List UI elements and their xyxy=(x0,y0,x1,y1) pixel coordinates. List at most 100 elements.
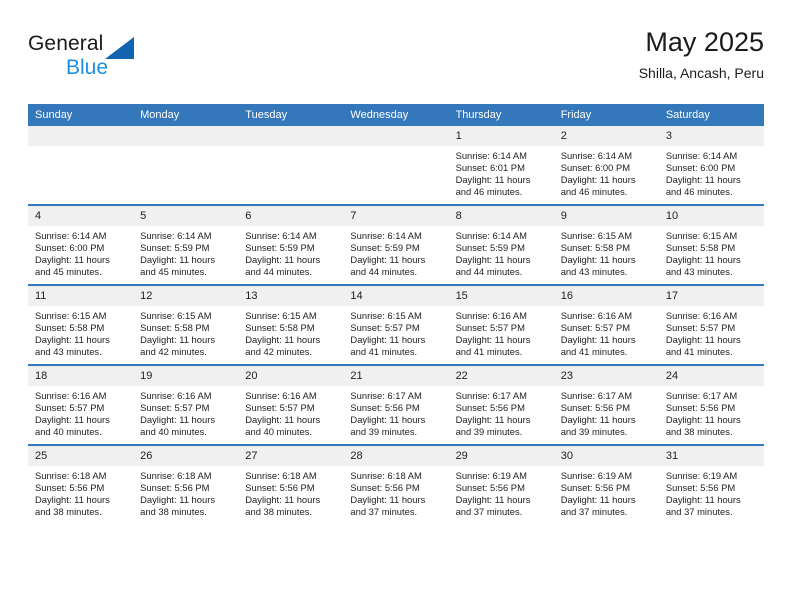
day-number: 31 xyxy=(658,446,764,466)
general-blue-logo[interactable]: General Blue xyxy=(28,32,158,88)
calendar-day-cell[interactable]: 14 Sunrise: 6:15 AM Sunset: 5:57 PM Dayligh… xyxy=(343,284,449,365)
calendar-day-cell[interactable]: 28 Sunrise: 6:18 AM Sunset: 5:56 PM Dayligh… xyxy=(343,444,449,524)
calendar-day-cell[interactable]: 3 Sunrise: 6:14 AM Sunset: 6:00 PM Daylight… xyxy=(658,126,764,205)
daylight-text-line2: and 39 minutes. xyxy=(455,426,523,438)
weekday-header-wednesday: Wednesday xyxy=(343,104,449,126)
calendar-day-cell[interactable]: 4 Sunrise: 6:14 AM Sunset: 6:00 PM Daylight… xyxy=(28,204,134,285)
sunrise-text: Sunrise: 6:15 AM xyxy=(665,230,738,241)
calendar-day-cell[interactable]: 9 Sunrise: 6:15 AM Sunset: 5:58 PM Daylight… xyxy=(553,204,659,285)
calendar-day-cell[interactable]: 8 Sunrise: 6:14 AM Sunset: 5:59 PM Daylight… xyxy=(448,204,554,285)
daylight-text-line1: Daylight: 11 hours xyxy=(560,174,636,186)
sunrise-text: Sunrise: 6:14 AM xyxy=(455,150,527,161)
calendar-day-cell-empty xyxy=(28,126,134,205)
sunset-text: Sunset: 5:56 PM xyxy=(455,402,525,414)
daylight-text-line1: Daylight: 11 hours xyxy=(455,414,531,426)
sunset-text: Sunset: 5:58 PM xyxy=(560,242,631,254)
day-details: Sunrise: 6:14 AM Sunset: 5:59 PM Daylight:… xyxy=(343,226,448,278)
calendar-week-row: 1 Sunrise: 6:14 AM Sunset: 6:01 PM Daylight… xyxy=(28,126,764,205)
calendar-day-cell[interactable]: 26 Sunrise: 6:18 AM Sunset: 5:56 PM Dayligh… xyxy=(133,444,239,524)
page-header: General Blue May 2025 Shilla, Ancash, Pe… xyxy=(28,26,764,92)
daylight-text-line1: Daylight: 11 hours xyxy=(665,254,741,266)
calendar-day-cell[interactable]: 27 Sunrise: 6:18 AM Sunset: 5:56 PM Dayligh… xyxy=(238,444,344,524)
day-number: 21 xyxy=(343,366,449,386)
sunset-text: Sunset: 5:58 PM xyxy=(665,242,736,254)
daylight-text-line1: Daylight: 11 hours xyxy=(455,494,531,506)
daylight-text-line1: Daylight: 11 hours xyxy=(350,414,426,426)
calendar-day-cell[interactable]: 23 Sunrise: 6:17 AM Sunset: 5:56 PM Dayligh… xyxy=(553,364,659,445)
day-details: Sunrise: 6:19 AM Sunset: 5:56 PM Daylight:… xyxy=(659,466,764,518)
day-number: 2 xyxy=(553,126,659,146)
sunrise-text: Sunrise: 6:14 AM xyxy=(245,230,317,241)
day-number: 30 xyxy=(553,446,659,466)
sunset-text: Sunset: 5:56 PM xyxy=(665,402,736,414)
daylight-text-line2: and 38 minutes. xyxy=(665,426,733,438)
sunrise-text: Sunrise: 6:17 AM xyxy=(455,390,527,401)
calendar-day-cell[interactable]: 7 Sunrise: 6:14 AM Sunset: 5:59 PM Daylight… xyxy=(343,204,449,285)
daylight-text-line1: Daylight: 11 hours xyxy=(35,494,110,506)
daylight-text-line1: Daylight: 11 hours xyxy=(245,414,321,426)
calendar-day-cell[interactable]: 22 Sunrise: 6:17 AM Sunset: 5:56 PM Dayligh… xyxy=(448,364,554,445)
calendar-day-cell[interactable]: 21 Sunrise: 6:17 AM Sunset: 5:56 PM Dayligh… xyxy=(343,364,449,445)
calendar-day-cell[interactable]: 25 Sunrise: 6:18 AM Sunset: 5:56 PM Dayligh… xyxy=(28,444,134,524)
day-details: Sunrise: 6:19 AM Sunset: 5:56 PM Daylight:… xyxy=(449,466,554,518)
day-number: 20 xyxy=(238,366,344,386)
calendar-day-cell[interactable]: 2 Sunrise: 6:14 AM Sunset: 6:00 PM Daylight… xyxy=(553,126,659,205)
logo-text-general: General xyxy=(28,32,104,55)
daylight-text-line2: and 38 minutes. xyxy=(140,506,207,518)
calendar-day-cell[interactable]: 16 Sunrise: 6:16 AM Sunset: 5:57 PM Dayligh… xyxy=(553,284,659,365)
calendar-day-cell[interactable]: 18 Sunrise: 6:16 AM Sunset: 5:57 PM Dayligh… xyxy=(28,364,134,445)
calendar-day-cell[interactable]: 29 Sunrise: 6:19 AM Sunset: 5:56 PM Dayligh… xyxy=(448,444,554,524)
daylight-text-line1: Daylight: 11 hours xyxy=(665,494,741,506)
daylight-text-line2: and 46 minutes. xyxy=(560,186,628,198)
day-number: 28 xyxy=(343,446,449,466)
day-details: Sunrise: 6:17 AM Sunset: 5:56 PM Daylight:… xyxy=(449,386,554,438)
calendar-day-cell[interactable]: 11 Sunrise: 6:15 AM Sunset: 5:58 PM Dayligh… xyxy=(28,284,134,365)
calendar-day-cell[interactable]: 1 Sunrise: 6:14 AM Sunset: 6:01 PM Daylight… xyxy=(448,126,554,205)
daylight-text-line2: and 44 minutes. xyxy=(350,266,418,278)
calendar-day-cell[interactable]: 15 Sunrise: 6:16 AM Sunset: 5:57 PM Dayligh… xyxy=(448,284,554,365)
day-number: 26 xyxy=(133,446,239,466)
weekday-header-monday: Monday xyxy=(133,104,239,126)
daylight-text-line1: Daylight: 11 hours xyxy=(350,254,426,266)
calendar-day-cell[interactable]: 13 Sunrise: 6:15 AM Sunset: 5:58 PM Dayligh… xyxy=(238,284,344,365)
sunrise-text: Sunrise: 6:18 AM xyxy=(35,470,107,481)
calendar-day-cell[interactable]: 31 Sunrise: 6:19 AM Sunset: 5:56 PM Dayligh… xyxy=(658,444,764,524)
calendar-day-cell[interactable]: 5 Sunrise: 6:14 AM Sunset: 5:59 PM Daylight… xyxy=(133,204,239,285)
daylight-text-line2: and 41 minutes. xyxy=(350,346,418,358)
day-details: Sunrise: 6:18 AM Sunset: 5:56 PM Daylight:… xyxy=(133,466,238,518)
day-number: 4 xyxy=(28,206,134,226)
sunrise-text: Sunrise: 6:18 AM xyxy=(350,470,422,481)
day-number xyxy=(343,126,449,146)
weekday-header-saturday: Saturday xyxy=(658,104,764,126)
sunrise-text: Sunrise: 6:17 AM xyxy=(350,390,422,401)
calendar-day-cell[interactable]: 10 Sunrise: 6:15 AM Sunset: 5:58 PM Dayligh… xyxy=(658,204,764,285)
calendar-day-cell[interactable]: 12 Sunrise: 6:15 AM Sunset: 5:58 PM Dayligh… xyxy=(133,284,239,365)
day-details: Sunrise: 6:18 AM Sunset: 5:56 PM Daylight:… xyxy=(238,466,343,518)
sunset-text: Sunset: 6:00 PM xyxy=(35,242,105,254)
calendar-day-cell[interactable]: 30 Sunrise: 6:19 AM Sunset: 5:56 PM Dayligh… xyxy=(553,444,659,524)
day-details: Sunrise: 6:18 AM Sunset: 5:56 PM Daylight:… xyxy=(343,466,448,518)
weekday-header-thursday: Thursday xyxy=(448,104,554,126)
calendar-day-cell[interactable]: 24 Sunrise: 6:17 AM Sunset: 5:56 PM Dayligh… xyxy=(658,364,764,445)
daylight-text-line2: and 46 minutes. xyxy=(455,186,523,198)
calendar-day-cell[interactable]: 17 Sunrise: 6:16 AM Sunset: 5:57 PM Dayligh… xyxy=(658,284,764,365)
daylight-text-line2: and 42 minutes. xyxy=(245,346,312,358)
daylight-text-line1: Daylight: 11 hours xyxy=(560,414,636,426)
daylight-text-line2: and 37 minutes. xyxy=(560,506,628,518)
sunrise-text: Sunrise: 6:14 AM xyxy=(665,150,738,161)
calendar-week-row: 11 Sunrise: 6:15 AM Sunset: 5:58 PM Dayligh… xyxy=(28,284,764,365)
calendar-day-cell[interactable]: 19 Sunrise: 6:16 AM Sunset: 5:57 PM Dayligh… xyxy=(133,364,239,445)
calendar-day-cell[interactable]: 20 Sunrise: 6:16 AM Sunset: 5:57 PM Dayligh… xyxy=(238,364,344,445)
daylight-text-line1: Daylight: 11 hours xyxy=(665,334,741,346)
daylight-text-line2: and 45 minutes. xyxy=(140,266,207,278)
calendar-day-cell[interactable]: 6 Sunrise: 6:14 AM Sunset: 5:59 PM Daylight… xyxy=(238,204,344,285)
day-number: 25 xyxy=(28,446,134,466)
calendar-week-row: 4 Sunrise: 6:14 AM Sunset: 6:00 PM Daylight… xyxy=(28,204,764,285)
daylight-text-line2: and 37 minutes. xyxy=(665,506,733,518)
daylight-text-line2: and 44 minutes. xyxy=(245,266,312,278)
daylight-text-line1: Daylight: 11 hours xyxy=(350,494,426,506)
sunset-text: Sunset: 6:00 PM xyxy=(665,162,736,174)
calendar-week-row: 18 Sunrise: 6:16 AM Sunset: 5:57 PM Dayligh… xyxy=(28,364,764,445)
day-number xyxy=(133,126,239,146)
sunset-text: Sunset: 5:56 PM xyxy=(665,482,736,494)
